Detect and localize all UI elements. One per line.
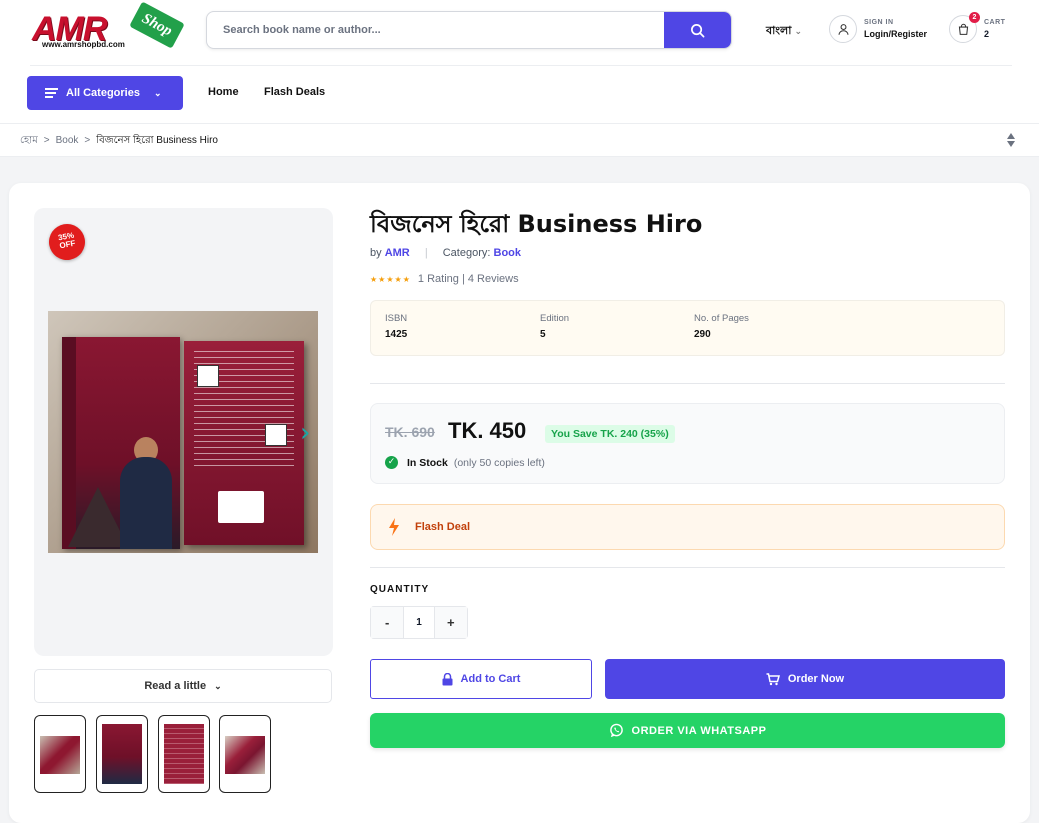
flash-deal-banner: Flash Deal	[370, 504, 1005, 550]
product-rating[interactable]: ★★★★★ 1 Rating | 4 Reviews	[370, 273, 519, 285]
read-a-little-button[interactable]: Read a little ⌄	[34, 669, 332, 703]
star-rating-icon: ★★★★★	[370, 275, 411, 284]
cart-icon	[766, 672, 780, 685]
spec-value: 290	[694, 329, 711, 340]
search-input[interactable]	[207, 12, 665, 48]
account-link[interactable]: SIGN IN Login/Register	[829, 15, 927, 43]
whatsapp-icon	[609, 723, 623, 738]
lightning-icon	[389, 518, 399, 536]
search-bar	[206, 11, 732, 49]
chevron-right-icon[interactable]: ›	[300, 420, 322, 446]
flash-deal-label: Flash Deal	[415, 521, 471, 533]
spec-pages: No. of Pages 290	[694, 313, 749, 340]
spec-edition: Edition 5	[540, 313, 569, 340]
breadcrumb-current: বিজনেস হিরো Business Hiro	[96, 135, 218, 146]
rating-text: 1 Rating | 4 Reviews	[417, 273, 519, 285]
user-icon	[829, 15, 857, 43]
breadcrumb: হোম > Book > বিজনেস হিরো Business Hiro	[20, 133, 218, 150]
order-now-label: Order Now	[787, 673, 845, 685]
breadcrumb-bar: হোম > Book > বিজনেস হিরো Business Hiro	[0, 124, 1039, 157]
divider	[370, 567, 1005, 568]
read-a-little-label: Read a little	[144, 680, 207, 692]
product-specs: ISBN 1425 Edition 5 No. of Pages 290	[370, 300, 1005, 356]
by-label: by	[370, 247, 382, 259]
site-header: AMR Shop www.amrshopbd.com বাংলা⌄ SIGN I…	[0, 0, 1039, 124]
add-to-cart-button[interactable]: Add to Cart	[370, 659, 592, 699]
chevron-down-icon: ⌄	[153, 87, 162, 98]
stock-note: (only 50 copies left)	[453, 456, 545, 469]
cart-small-label: CART	[984, 19, 1006, 26]
logo-url: www.amrshopbd.com	[42, 40, 125, 49]
divider	[370, 383, 1005, 384]
thumbnail[interactable]	[96, 715, 148, 793]
quantity-value[interactable]: 1	[403, 607, 435, 638]
nav-flash-deals[interactable]: Flash Deals	[264, 86, 325, 98]
spec-isbn: ISBN 1425	[385, 313, 407, 340]
cart-count: 2	[984, 29, 990, 39]
thumbnail[interactable]	[219, 715, 271, 793]
header-divider	[30, 65, 1012, 66]
scroll-indicator-icon[interactable]	[1005, 132, 1017, 148]
cart-link[interactable]: 2 CART 2	[949, 12, 1006, 43]
all-categories-button[interactable]: All Categories ⌄	[27, 76, 183, 110]
search-icon	[691, 23, 705, 37]
stock-label: In Stock	[407, 456, 448, 469]
whatsapp-label: ORDER VIA WHATSAPP	[631, 724, 767, 737]
account-label: Login/Register	[864, 29, 928, 39]
menu-icon	[45, 86, 58, 100]
category-link[interactable]: Book	[494, 247, 522, 259]
account-small-label: SIGN IN	[864, 19, 894, 26]
language-switcher[interactable]: বাংলা ⌄	[766, 22, 802, 41]
book-cover-front	[62, 337, 180, 549]
add-to-cart-label: Add to Cart	[460, 673, 521, 685]
old-price: TK. 690	[385, 424, 435, 440]
book-cover-back	[184, 341, 304, 545]
spec-key: No. of Pages	[694, 313, 749, 324]
thumbnail[interactable]	[34, 715, 86, 793]
product-title: বিজনেস হিরো Business Hiro	[370, 210, 703, 238]
product-meta: by AMR | Category: Book	[370, 247, 521, 259]
savings-badge: You Save TK. 240 (35%)	[545, 425, 675, 443]
nav-home[interactable]: Home	[208, 86, 239, 98]
search-button[interactable]	[664, 12, 731, 48]
cart-badge: 2	[969, 12, 980, 23]
breadcrumb-home[interactable]: হোম	[20, 135, 38, 146]
quantity-stepper: - 1 +	[370, 606, 468, 639]
language-label: বাংলা	[766, 24, 792, 37]
category-label: Category:	[442, 247, 491, 259]
quantity-label: QUANTITY	[370, 584, 430, 595]
price-box: TK. 690 TK. 450 You Save TK. 240 (35%) ✓…	[370, 403, 1005, 484]
spec-value: 5	[540, 329, 546, 340]
breadcrumb-book[interactable]: Book	[56, 135, 79, 146]
logo-badge: Shop	[129, 1, 185, 49]
spec-key: Edition	[540, 313, 570, 324]
chevron-down-icon: ⌄	[214, 680, 222, 691]
product-main-image[interactable]	[48, 311, 318, 553]
lock-icon	[442, 672, 453, 685]
site-logo[interactable]: AMR Shop www.amrshopbd.com	[30, 1, 185, 52]
order-now-button[interactable]: Order Now	[605, 659, 1005, 699]
check-circle-icon: ✓	[385, 456, 398, 469]
all-categories-label: All Categories	[66, 87, 140, 99]
spec-value: 1425	[385, 329, 408, 340]
order-via-whatsapp-button[interactable]: ORDER VIA WHATSAPP	[370, 713, 1005, 748]
chevron-down-icon: ⌄	[794, 27, 802, 37]
thumbnail[interactable]	[158, 715, 210, 793]
stock-status: ✓ In Stock (only 50 copies left)	[385, 456, 545, 469]
new-price: TK. 450	[448, 418, 527, 443]
breadcrumb-separator: >	[43, 135, 50, 146]
spec-key: ISBN	[385, 313, 408, 324]
breadcrumb-separator: >	[84, 135, 91, 146]
author-link[interactable]: AMR	[385, 247, 410, 259]
quantity-increase-button[interactable]: +	[434, 607, 467, 638]
quantity-decrease-button[interactable]: -	[371, 607, 404, 638]
